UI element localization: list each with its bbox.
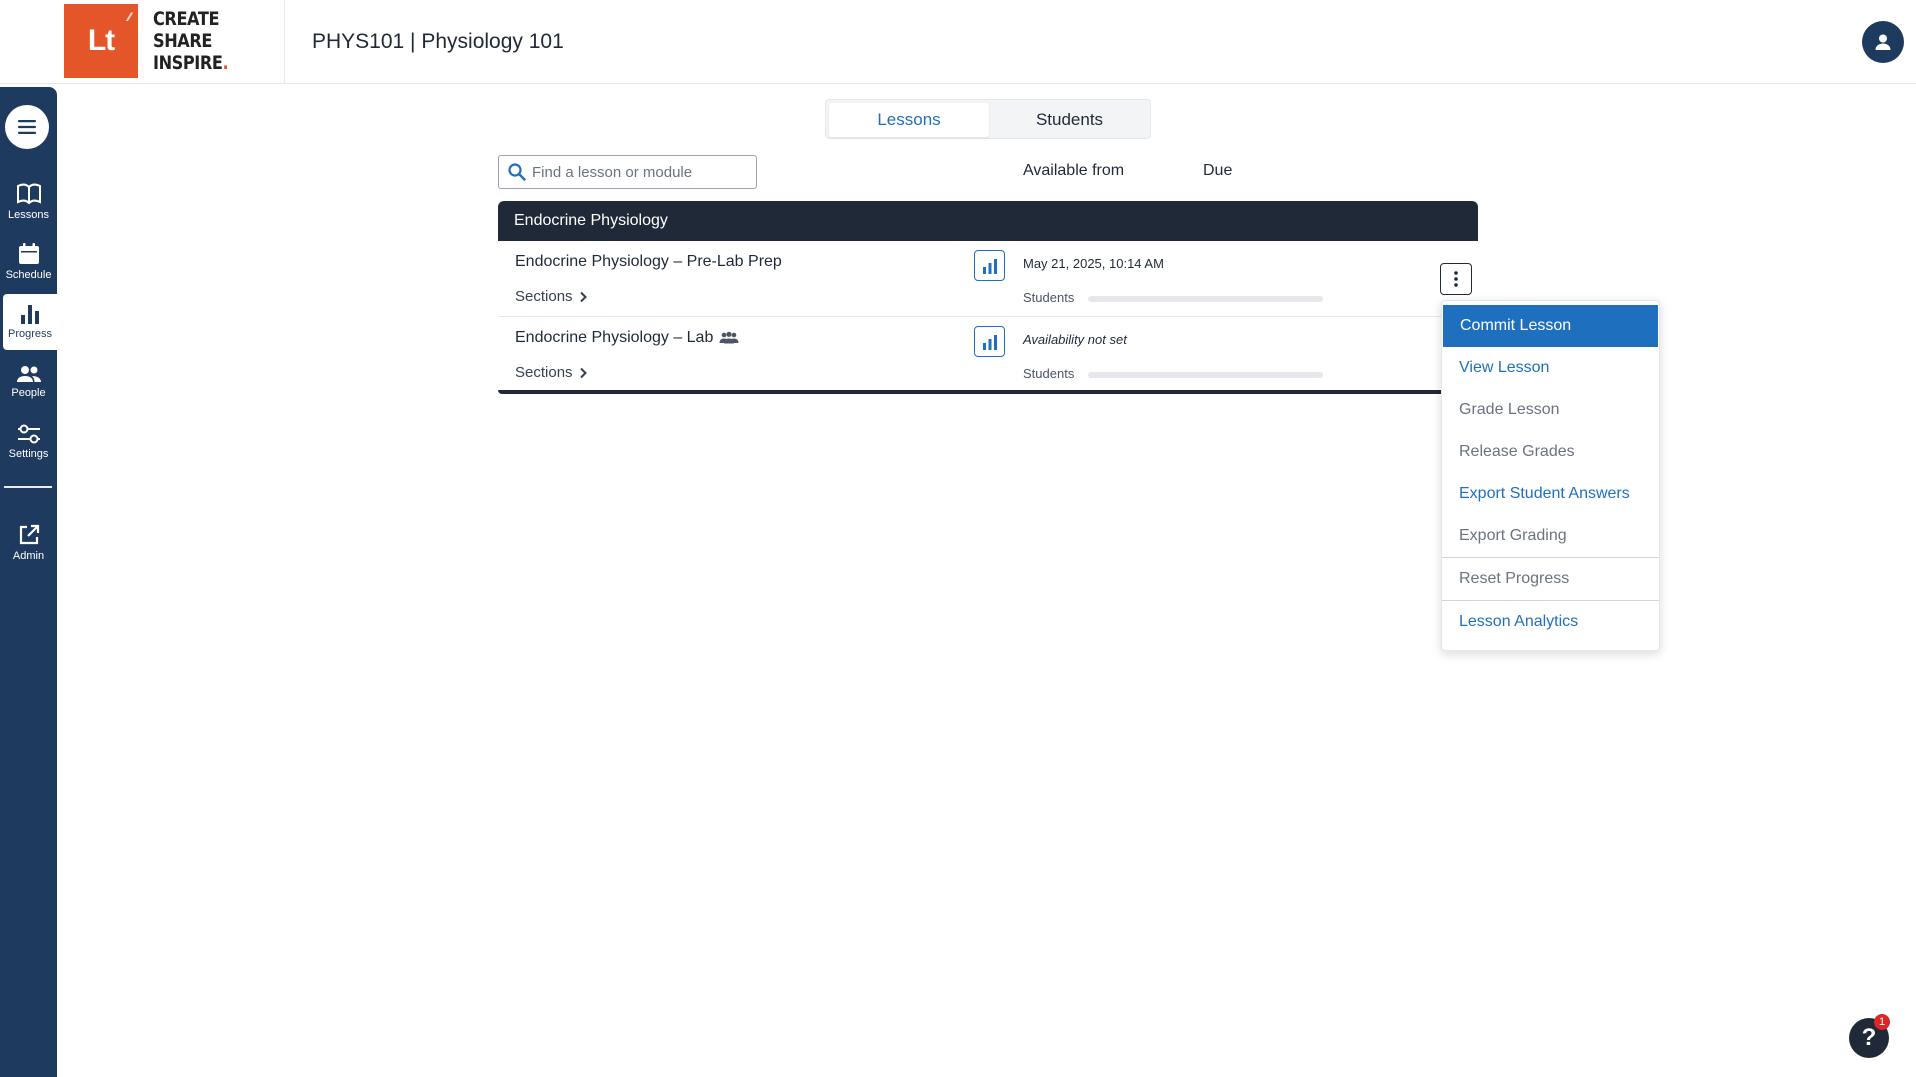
sidebar-item-label: Schedule [5, 269, 52, 281]
sidebar-divider [4, 486, 52, 488]
calendar-icon [18, 243, 39, 264]
menu-item-release-grades: Release Grades [1459, 443, 1575, 460]
sidebar-item-label: Settings [8, 448, 49, 460]
course-title: PHYS101 | Physiology 101 [312, 30, 564, 53]
students-progress-bar [1088, 372, 1323, 378]
sidebar-item-settings[interactable]: Settings [0, 414, 57, 470]
menu-item-reset-progress: Reset Progress [1459, 570, 1570, 587]
due-column-header: Due [1203, 162, 1233, 179]
bar-chart-icon [21, 305, 39, 324]
chevron-right-icon [579, 367, 587, 378]
sidebar-item-progress[interactable]: Progress [3, 294, 57, 350]
sections-toggle[interactable]: Sections [515, 364, 588, 381]
search-icon [508, 163, 526, 181]
availability-date: May 21, 2025, 10:14 AM [1023, 256, 1164, 271]
sections-label: Sections [515, 364, 573, 381]
book-icon [16, 183, 41, 205]
header-divider [284, 0, 285, 84]
lesson-title-group: Endocrine Physiology – Lab [515, 329, 739, 347]
lesson-title[interactable]: Endocrine Physiology – Lab [515, 329, 713, 347]
search-input[interactable] [532, 163, 742, 181]
menu-item-export-student-answers[interactable]: Export Student Answers [1442, 473, 1659, 515]
view-tabs: Lessons Students [825, 99, 1151, 139]
students-progress-bar [1088, 296, 1323, 302]
tagline-line-text: INSPIRE [153, 52, 223, 74]
group-icon [719, 331, 739, 344]
external-link-icon [19, 524, 39, 545]
chevron-right-icon [579, 291, 587, 302]
availability-status: Availability not set [1023, 332, 1127, 347]
tagline-line: INSPIRE. [153, 52, 229, 74]
tab-students[interactable]: Students [991, 103, 1148, 137]
lesson-search [498, 155, 757, 189]
tab-lessons[interactable]: Lessons [829, 103, 989, 137]
user-icon [1875, 34, 1891, 50]
students-label: Students [1023, 366, 1075, 381]
more-vertical-icon [1454, 271, 1458, 287]
lesson-row[interactable]: Endocrine Physiology – Pre-Lab Prep Sect… [498, 241, 1478, 317]
logo-text: Lt [87, 24, 115, 57]
menu-item-commit-lesson[interactable]: Commit Lesson [1443, 305, 1658, 347]
sections-toggle[interactable]: Sections [515, 288, 588, 305]
user-avatar-button[interactable] [1862, 21, 1904, 63]
bar-chart-icon [982, 258, 997, 274]
students-label: Students [1023, 290, 1075, 305]
lesson-row[interactable]: Endocrine Physiology – Lab Sections Avai… [498, 317, 1478, 393]
menu-item-view-lesson[interactable]: View Lesson [1442, 347, 1659, 389]
menu-item-export-grading: Export Grading [1459, 527, 1567, 544]
sidebar-item-label: Admin [12, 550, 45, 562]
sidebar-item-label: Progress [7, 328, 53, 340]
lesson-analytics-button[interactable] [974, 250, 1005, 281]
sidebar-item-schedule[interactable]: Schedule [0, 234, 57, 290]
bar-chart-icon [982, 334, 997, 350]
sidebar: Lessons Schedule Progress People Setting… [0, 87, 57, 1077]
menu-item-grade-lesson: Grade Lesson [1459, 401, 1560, 418]
sidebar-item-label: People [11, 387, 46, 399]
available-from-column-header: Available from [1023, 162, 1125, 179]
people-icon [16, 366, 41, 382]
module-card: Endocrine Physiology Endocrine Physiolog… [498, 201, 1478, 394]
lesson-options-button[interactable] [1440, 263, 1472, 295]
sliders-icon [17, 424, 40, 444]
hamburger-icon [18, 120, 36, 134]
tagline-line: SHARE [153, 30, 212, 52]
sidebar-item-admin[interactable]: Admin [0, 515, 57, 571]
menu-item-lesson-analytics[interactable]: Lesson Analytics [1442, 601, 1659, 643]
sidebar-item-lessons[interactable]: Lessons [0, 174, 57, 230]
notification-badge: 1 [1874, 1014, 1890, 1030]
brand-logo[interactable]: Lt ⁄⁄ [64, 4, 138, 78]
sidebar-item-label: Lessons [8, 209, 49, 221]
sections-label: Sections [515, 288, 573, 305]
sidebar-item-people[interactable]: People [0, 354, 57, 410]
lesson-options-menu: Commit Lesson View Lesson Grade Lesson R… [1441, 300, 1660, 651]
module-title[interactable]: Endocrine Physiology [498, 201, 1478, 241]
brand-tagline: CREATE SHARE INSPIRE. [153, 8, 241, 74]
top-bar: Lt ⁄⁄ CREATE SHARE INSPIRE. PHYS101 | Ph… [0, 0, 1916, 84]
menu-toggle-button[interactable] [5, 105, 49, 149]
logo-spark-icon: ⁄⁄ [127, 10, 131, 24]
lesson-title[interactable]: Endocrine Physiology – Pre-Lab Prep [515, 253, 782, 271]
tagline-line: CREATE [153, 8, 220, 30]
lesson-analytics-button[interactable] [974, 326, 1005, 357]
